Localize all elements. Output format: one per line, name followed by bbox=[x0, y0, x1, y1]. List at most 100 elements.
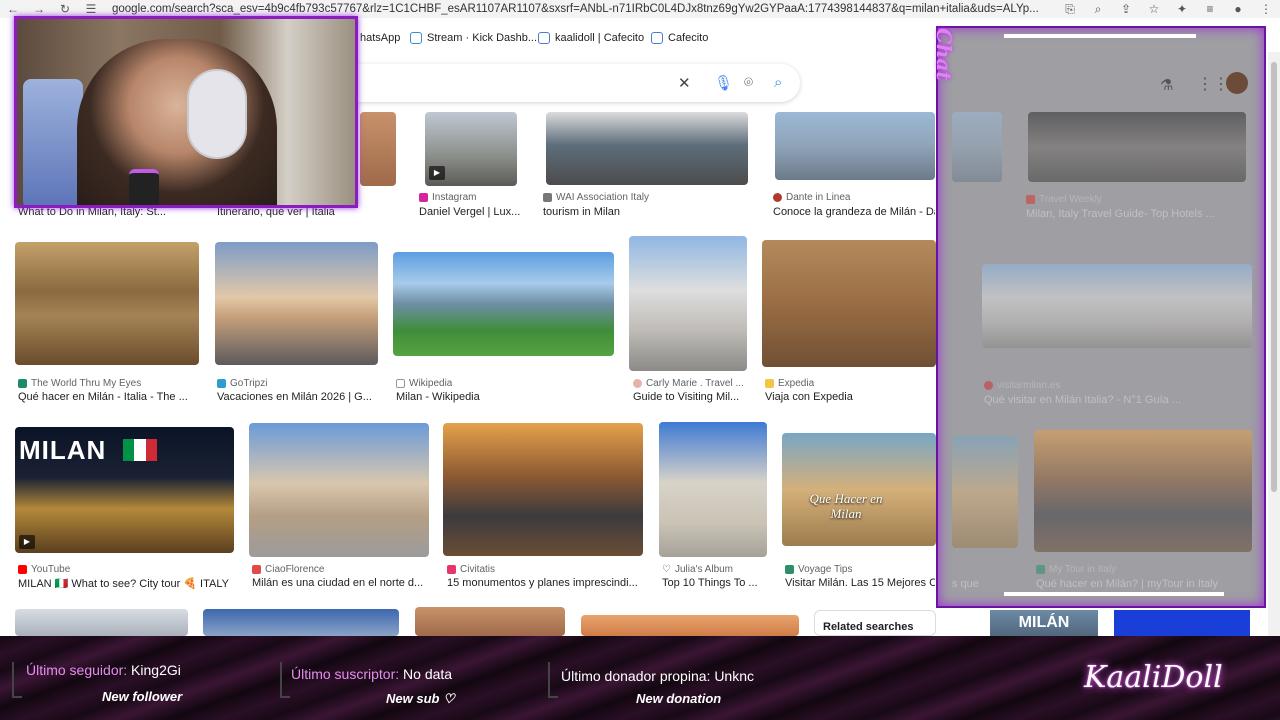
bookmark-cafecito[interactable]: Cafecito bbox=[651, 32, 708, 44]
image-result[interactable] bbox=[360, 112, 396, 186]
result-caption[interactable]: Guide to Visiting Mil... bbox=[633, 391, 748, 403]
result-caption[interactable]: Conoce la grandeza de Milán - Da... bbox=[773, 206, 935, 218]
menu-icon[interactable]: ⋮ bbox=[1252, 2, 1280, 16]
image-result[interactable] bbox=[415, 607, 565, 636]
result-source: GoTripzi bbox=[217, 378, 267, 389]
result-source: Instagram bbox=[419, 192, 476, 203]
site-favicon-icon bbox=[18, 379, 27, 388]
panel-frame bbox=[548, 662, 558, 698]
image-result[interactable] bbox=[581, 615, 799, 636]
image-result[interactable] bbox=[762, 240, 936, 367]
follower-value: King2Gi bbox=[131, 662, 181, 678]
stream-chat-overlay: Travel Weekly Milan, Italy Travel Guide-… bbox=[936, 26, 1266, 608]
result-caption[interactable]: MILAN 🇮🇹 What to see? City tour 🍕 ITALY … bbox=[18, 577, 232, 590]
expedia-icon bbox=[765, 379, 774, 388]
image-result[interactable] bbox=[659, 422, 767, 557]
result-caption[interactable]: Viaja con Expedia bbox=[765, 391, 915, 403]
image-result[interactable]: MILÁN bbox=[990, 610, 1098, 636]
subscriber-caption: New sub ♡ bbox=[386, 691, 455, 706]
voice-search-icon[interactable]: 🎙 bbox=[714, 74, 733, 92]
bookmark-whatsapp[interactable]: hatsApp bbox=[360, 32, 400, 44]
extensions-icon[interactable]: ✦ bbox=[1168, 2, 1196, 16]
bookmark-star-icon[interactable]: ☆ bbox=[1140, 2, 1168, 16]
search-input[interactable]: ✕ 🎙 ⌾ ⌕ bbox=[330, 64, 800, 102]
chat-divider bbox=[1004, 592, 1224, 596]
reload-icon[interactable]: ↻ bbox=[52, 2, 78, 16]
result-caption[interactable]: Milan - Wikipedia bbox=[396, 391, 546, 403]
source-label: Instagram bbox=[432, 192, 477, 203]
share-icon[interactable]: ⇪ bbox=[1112, 2, 1140, 16]
result-caption[interactable]: 15 monumentos y planes imprescindi... bbox=[447, 577, 642, 589]
bookmark-kick[interactable]: Stream · Kick Dashb... bbox=[410, 32, 537, 44]
labs-icon[interactable]: ⚗ bbox=[1160, 76, 1173, 94]
image-result[interactable]: MILAN ▶ bbox=[15, 427, 234, 553]
result-caption: s que bbox=[952, 578, 979, 590]
subscriber-value: No data bbox=[403, 666, 453, 682]
media-icon[interactable]: ≡ bbox=[1196, 2, 1224, 16]
result-caption[interactable]: Visitar Milán. Las 15 Mejores Co... bbox=[785, 577, 935, 589]
site-favicon-icon bbox=[1036, 565, 1045, 574]
source-label: Wikipedia bbox=[409, 378, 453, 389]
page-scrollbar[interactable] bbox=[1268, 52, 1280, 636]
forward-icon[interactable]: → bbox=[26, 2, 52, 16]
back-icon[interactable]: ← bbox=[0, 2, 26, 16]
scrollbar-thumb[interactable] bbox=[1271, 62, 1277, 492]
bookmark-label: kaalidoll | Cafecito bbox=[555, 32, 645, 44]
brand-logo: KaaliDoll bbox=[1084, 660, 1223, 695]
image-result[interactable] bbox=[775, 112, 935, 180]
image-result[interactable] bbox=[15, 609, 188, 636]
heart-icon: ♡ bbox=[662, 564, 671, 575]
source-label: GoTripzi bbox=[230, 378, 268, 389]
related-searches[interactable]: Related searches bbox=[814, 610, 936, 636]
address-bar[interactable]: google.com/search?sca_esv=4b9c4fb793c577… bbox=[104, 3, 1056, 15]
avatar[interactable] bbox=[1226, 72, 1248, 94]
result-source: My Tour in Italy bbox=[1036, 564, 1116, 575]
source-label: Julia's Album bbox=[674, 564, 734, 575]
image-result[interactable] bbox=[629, 236, 747, 371]
image-result[interactable] bbox=[249, 423, 429, 557]
result-caption[interactable]: tourism in Milan bbox=[543, 206, 693, 218]
apps-grid-icon[interactable]: ⋮⋮ bbox=[1197, 74, 1229, 94]
thumbnail-title: MILAN bbox=[19, 435, 107, 465]
site-info-icon[interactable]: ☰ bbox=[78, 2, 104, 16]
source-label: Carly Marie . Travel ... bbox=[646, 378, 744, 389]
image-result[interactable] bbox=[215, 242, 378, 365]
site-favicon-icon bbox=[633, 379, 642, 388]
result-caption[interactable]: Qué hacer en Milán - Italia - The ... bbox=[18, 391, 198, 403]
image-result[interactable]: ▶ bbox=[425, 112, 517, 186]
follower-label: Último seguidor: bbox=[26, 662, 128, 678]
image-result[interactable] bbox=[15, 242, 199, 365]
image-result[interactable] bbox=[546, 112, 748, 185]
translate-icon[interactable]: ⎘ bbox=[1056, 2, 1084, 17]
thumbnail-title: Que Hacer en Milan bbox=[809, 491, 883, 521]
search-icon[interactable]: ⌕ bbox=[774, 74, 782, 91]
site-favicon-icon bbox=[447, 565, 456, 574]
source-label: WAI Association Italy bbox=[556, 192, 649, 203]
result-caption[interactable]: Top 10 Things To ... bbox=[662, 577, 767, 589]
result-source: Wikipedia bbox=[396, 378, 452, 389]
zoom-icon[interactable]: ⌕ bbox=[1084, 2, 1112, 17]
subscriber-label: Último suscriptor: bbox=[291, 666, 400, 682]
image-result[interactable] bbox=[203, 609, 399, 636]
chat-title: Chat bbox=[932, 28, 956, 81]
image-result[interactable] bbox=[1114, 610, 1250, 636]
source-label: Civitatis bbox=[460, 564, 496, 575]
profile-icon[interactable]: ● bbox=[1224, 2, 1252, 16]
result-source: YouTube bbox=[18, 564, 70, 575]
source-label: Dante in Linea bbox=[786, 192, 851, 203]
image-result[interactable] bbox=[393, 252, 614, 356]
lens-icon[interactable]: ⌾ bbox=[744, 74, 753, 91]
result-source: Expedia bbox=[765, 378, 814, 389]
source-label: Expedia bbox=[778, 378, 815, 389]
result-caption[interactable]: Daniel Vergel | Lux... bbox=[419, 206, 529, 218]
result-caption[interactable]: Milán es una ciudad en el norte d... bbox=[252, 577, 427, 589]
image-result[interactable]: Que Hacer en Milan bbox=[782, 433, 936, 546]
last-subscriber: Último suscriptor: No data bbox=[291, 666, 452, 682]
clear-icon[interactable]: ✕ bbox=[678, 74, 691, 92]
bookmark-cafecito-kaalidoll[interactable]: kaalidoll | Cafecito bbox=[538, 32, 644, 44]
result-caption[interactable]: Vacaciones en Milán 2026 | G... bbox=[217, 391, 387, 403]
microphone-graphic bbox=[129, 169, 159, 205]
result-source: CiaoFlorence bbox=[252, 564, 324, 575]
image-result[interactable] bbox=[443, 423, 643, 556]
image-result bbox=[952, 436, 1018, 548]
